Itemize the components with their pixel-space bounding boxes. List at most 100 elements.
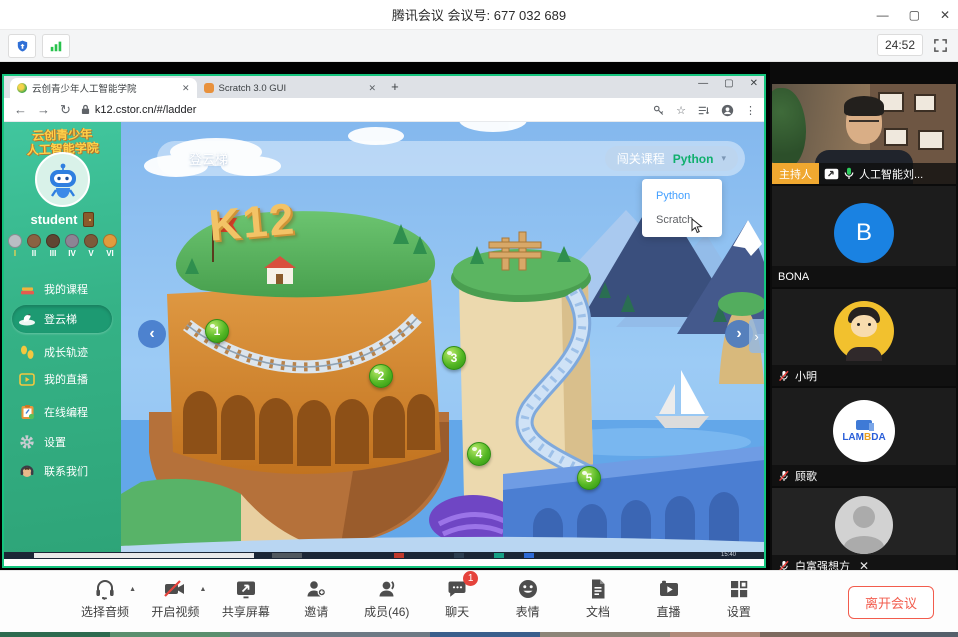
mic-muted-icon xyxy=(778,560,790,571)
fullscreen-icon[interactable] xyxy=(933,38,948,53)
page-header-bar: 登云梯 闯关课程 Python ▾ xyxy=(157,141,745,176)
prev-map-button[interactable]: ‹ xyxy=(138,320,166,348)
audio-options-caret[interactable]: ▲ xyxy=(129,586,136,593)
password-key-icon[interactable] xyxy=(653,104,665,116)
sidebar-item-growth-track[interactable]: 成长轨迹 xyxy=(18,340,110,364)
close-button[interactable]: ✕ xyxy=(940,0,950,30)
browser-close-button[interactable]: ✕ xyxy=(750,78,758,89)
shared-screen-region: 云创青少年人工智能学院 ✕ Scratch 3.0 GUI ✕ + — ▢ ✕ xyxy=(0,62,770,570)
sidebar-item-online-coding[interactable]: 在线编程 xyxy=(18,400,110,424)
sidebar-item-ladder[interactable]: 登云梯 xyxy=(18,307,110,331)
level-avatar[interactable]: III xyxy=(46,234,61,258)
scratch-favicon xyxy=(204,83,214,93)
sharing-screen-icon xyxy=(824,168,839,180)
video-options-caret[interactable]: ▲ xyxy=(200,586,207,593)
level-marker-2[interactable]: 2 xyxy=(369,364,393,388)
dropdown-option-python[interactable]: Python xyxy=(642,184,722,208)
plant-decor xyxy=(772,88,806,168)
lock-icon xyxy=(81,104,90,115)
invite-button[interactable]: 邀请 xyxy=(283,577,349,620)
sidebar-item-my-courses[interactable]: 我的课程 xyxy=(18,277,110,301)
tab-title: 云创青少年人工智能学院 xyxy=(32,81,177,95)
ladder-map-scene: K12 登云梯 闯关课程 Python ▾ Pytho xyxy=(121,122,764,559)
participant-tile-bona[interactable]: B BONA xyxy=(772,186,956,287)
level-avatar[interactable]: IV xyxy=(65,234,80,258)
bookmark-star-icon[interactable]: ☆ xyxy=(676,104,686,117)
k12-ladder-page: 云创青少年 人工智能学院 xyxy=(4,122,764,559)
level-marker-3[interactable]: 3 xyxy=(442,346,466,370)
level-avatar[interactable]: V xyxy=(84,234,99,258)
invite-icon xyxy=(304,577,328,601)
browser-tab-scratch[interactable]: Scratch 3.0 GUI ✕ xyxy=(197,78,384,98)
browser-tabstrip: 云创青少年人工智能学院 ✕ Scratch 3.0 GUI ✕ + — ▢ ✕ xyxy=(4,76,764,98)
sidebar-item-contact-us[interactable]: 联系我们 xyxy=(18,459,110,483)
settings-button[interactable]: 设置 xyxy=(706,577,772,620)
new-tab-button[interactable]: + xyxy=(391,79,399,94)
participant-name: 白富强想方 xyxy=(795,558,850,571)
tab-title: Scratch 3.0 GUI xyxy=(219,83,364,94)
avatar-letter: B xyxy=(834,203,894,263)
host-badge: 主持人 xyxy=(772,163,819,184)
participant-name: 顾歌 xyxy=(795,468,817,484)
chat-unread-badge: 1 xyxy=(463,571,478,586)
clipboard-code-icon xyxy=(18,403,36,421)
sidebar-item-my-live[interactable]: 我的直播 xyxy=(18,367,110,391)
participant-tile-guge[interactable]: LAMBDA 顾歌 xyxy=(772,388,956,486)
docs-button[interactable]: 文档 xyxy=(565,577,631,620)
sidebar-item-settings[interactable]: 设置 xyxy=(18,430,110,454)
audio-button[interactable]: 选择音频 ▲ xyxy=(72,577,138,620)
course-dropdown-menu: Python Scratch xyxy=(642,179,722,237)
panel-collapse-handle[interactable]: › xyxy=(749,319,764,353)
reload-icon[interactable]: ↻ xyxy=(60,102,71,118)
course-select[interactable]: 闯关课程 Python ▾ xyxy=(605,146,738,171)
headset-icon xyxy=(93,577,117,601)
reading-list-icon[interactable] xyxy=(697,105,710,116)
meeting-main-area: 云创青少年人工智能学院 ✕ Scratch 3.0 GUI ✕ + — ▢ ✕ xyxy=(0,62,958,570)
maximize-button[interactable]: ▢ xyxy=(909,0,920,30)
browser-minimize-button[interactable]: — xyxy=(698,78,708,89)
tab-close-icon[interactable]: ✕ xyxy=(369,83,377,94)
video-button[interactable]: 开启视频 ▲ xyxy=(142,577,208,620)
participant-tile-last[interactable]: 白富强想方 ✕ xyxy=(772,488,956,570)
security-shield-button[interactable] xyxy=(8,34,36,58)
profile-avatar-icon[interactable] xyxy=(721,104,734,117)
emoji-button[interactable]: 表情 xyxy=(495,577,561,620)
browser-maximize-button[interactable]: ▢ xyxy=(724,78,733,89)
dropdown-option-scratch[interactable]: Scratch xyxy=(642,208,722,232)
k12-favicon xyxy=(17,83,27,93)
camera-off-icon xyxy=(162,577,188,601)
url-field[interactable]: k12.cstor.cn/#/ladder xyxy=(81,104,197,116)
settings-grid-icon xyxy=(727,577,751,601)
participant-tile-xiaoming[interactable]: 小明 xyxy=(772,289,956,386)
level-avatar[interactable]: II xyxy=(27,234,42,258)
browser-menu-icon[interactable]: ⋮ xyxy=(745,104,756,117)
chat-button[interactable]: 聊天 1 xyxy=(424,577,490,620)
chevron-down-icon: ▾ xyxy=(721,153,726,164)
level-avatar[interactable]: I xyxy=(8,234,23,258)
level-marker-5[interactable]: 5 xyxy=(577,466,601,490)
shield-icon xyxy=(15,39,30,54)
leave-meeting-button[interactable]: 离开会议 xyxy=(848,586,934,619)
signal-bars-icon xyxy=(49,39,63,53)
level-marker-4[interactable]: 4 xyxy=(467,442,491,466)
participant-tile-host[interactable]: 主持人 人工智能刘... xyxy=(772,84,956,184)
share-screen-button[interactable]: 共享屏幕 xyxy=(213,577,279,620)
robot-avatar xyxy=(35,152,90,207)
tab-close-icon[interactable]: ✕ xyxy=(182,83,190,94)
username-label: student xyxy=(31,212,78,227)
level-avatar[interactable]: VI xyxy=(103,234,118,258)
members-button[interactable]: 成员(46) xyxy=(354,577,420,620)
back-icon[interactable]: ← xyxy=(14,102,27,117)
forward-icon[interactable]: → xyxy=(37,102,50,117)
course-select-value: Python xyxy=(673,152,714,166)
minimize-button[interactable]: — xyxy=(877,0,889,30)
close-icon[interactable]: ✕ xyxy=(859,559,869,571)
network-quality-button[interactable] xyxy=(42,34,70,58)
emoji-icon xyxy=(516,577,540,601)
browser-tab-k12[interactable]: 云创青少年人工智能学院 ✕ xyxy=(10,78,197,98)
mic-muted-icon xyxy=(778,470,790,482)
live-button[interactable]: 直播 xyxy=(636,577,702,620)
level-marker-1[interactable]: 1 xyxy=(205,319,229,343)
logout-door-icon[interactable] xyxy=(83,212,94,227)
shared-screen-content: 云创青少年人工智能学院 ✕ Scratch 3.0 GUI ✕ + — ▢ ✕ xyxy=(2,74,766,568)
